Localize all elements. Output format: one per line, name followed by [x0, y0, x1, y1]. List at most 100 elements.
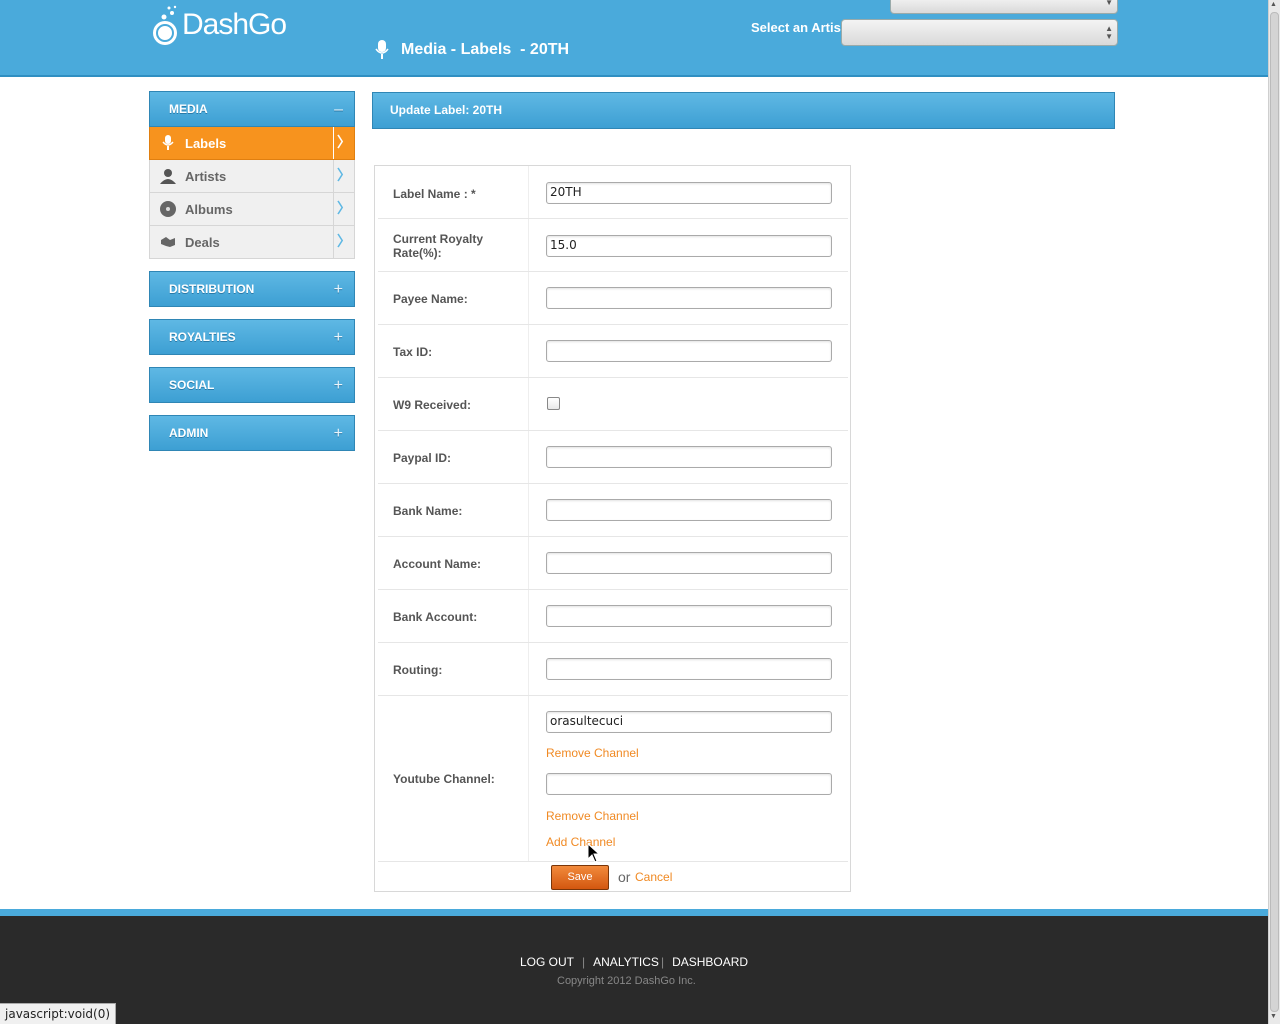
form-row-bank-account: Bank Account: — [378, 590, 848, 643]
form-row-payee: Payee Name: — [378, 272, 848, 325]
expand-icon[interactable]: + — [334, 425, 343, 443]
account-name-label: Account Name: — [393, 557, 482, 571]
routing-input[interactable] — [546, 658, 832, 680]
bank-name-label: Bank Name: — [393, 504, 463, 518]
dashgo-logo[interactable]: DashGo — [150, 2, 287, 48]
footer-separator: | — [660, 955, 665, 969]
youtube-channel-label: Youtube Channel: — [393, 772, 495, 786]
youtube-channel-input[interactable] — [546, 773, 832, 795]
sidebar-section-social[interactable]: SOCIAL + — [149, 367, 355, 403]
sidebar-item-labels[interactable]: Labels 〉 — [149, 127, 355, 160]
copyright-text: Copyright 2012 DashGo Inc. — [557, 975, 696, 987]
youtube-channel-input[interactable]: orasultecuci — [546, 711, 832, 733]
w9-received-label: W9 Received: — [393, 398, 472, 412]
chevron-right-icon: 〉 — [333, 226, 354, 258]
sidebar: MEDIA – Labels 〉 Artists 〉 Albums 〉 Deal… — [149, 91, 355, 451]
label-name-input[interactable]: 20TH — [546, 182, 832, 204]
sidebar-item-label: Labels — [185, 136, 227, 151]
tax-id-input[interactable] — [546, 340, 832, 362]
artist-select[interactable]: ▲ ▼ — [841, 19, 1118, 46]
section-label: ADMIN — [169, 426, 209, 440]
sidebar-item-label: Albums — [185, 202, 233, 217]
artist-select-label: Select an Artist — [751, 20, 846, 35]
microphone-icon — [375, 40, 389, 59]
dashboard-link[interactable]: DASHBOARD — [672, 955, 748, 969]
sidebar-item-albums[interactable]: Albums 〉 — [149, 193, 355, 226]
chevron-right-icon: 〉 — [333, 193, 354, 225]
paypal-id-input[interactable] — [546, 446, 832, 468]
page-scrollbar[interactable]: ▲ ▼ — [1268, 0, 1280, 1024]
mouse-pointer-icon — [587, 843, 601, 863]
w9-received-checkbox[interactable] — [547, 397, 560, 410]
payee-name-label: Payee Name: — [393, 292, 468, 306]
form-row-youtube: Youtube Channel: orasultecuci Remove Cha… — [378, 696, 848, 862]
logout-link[interactable]: LOG OUT — [520, 955, 574, 969]
section-label: SOCIAL — [169, 378, 215, 392]
chevron-right-icon: 〉 — [333, 160, 354, 192]
scrollbar-thumb[interactable] — [1270, 12, 1279, 1012]
footer: LOG OUT | ANALYTICS | DASHBOARD Copyright 20… — [0, 916, 1268, 1024]
content-title: Update Label: 20TH — [390, 103, 503, 117]
top-header: DashGo Media - Labels - 20TH ▼ Select an… — [0, 0, 1268, 77]
sidebar-item-deals[interactable]: Deals 〉 — [149, 226, 355, 259]
person-icon — [160, 169, 176, 184]
sidebar-section-distribution[interactable]: DISTRIBUTION + — [149, 271, 355, 307]
form-row-bank-name: Bank Name: — [378, 484, 848, 537]
analytics-link[interactable]: ANALYTICS — [593, 955, 659, 969]
section-label: MEDIA — [169, 102, 208, 116]
section-label: ROYALTIES — [169, 330, 236, 344]
sidebar-section-media[interactable]: MEDIA – — [149, 91, 355, 127]
form-row-label-name: Label Name : * 20TH — [378, 166, 848, 219]
collapse-icon[interactable]: – — [334, 101, 343, 119]
sidebar-section-royalties[interactable]: ROYALTIES + — [149, 319, 355, 355]
select-arrows-icon: ▲ ▼ — [1105, 24, 1113, 41]
logo-mark-icon — [153, 5, 177, 45]
paypal-id-label: Paypal ID: — [393, 451, 452, 465]
page-title-text: Media - Labels - 20TH — [401, 41, 570, 58]
sidebar-item-label: Artists — [185, 169, 227, 184]
tax-id-label: Tax ID: — [393, 345, 433, 359]
footer-separator: | — [582, 955, 586, 969]
sidebar-section-admin[interactable]: ADMIN + — [149, 415, 355, 451]
top-select[interactable]: ▼ — [890, 0, 1118, 14]
add-channel-link[interactable]: Add Channel — [546, 835, 615, 849]
routing-label: Routing: — [393, 663, 443, 677]
expand-icon[interactable]: + — [334, 377, 343, 395]
royalty-rate-label: Current Royalty Rate(%): — [393, 232, 484, 260]
cancel-link[interactable]: Cancel — [635, 870, 672, 884]
form-row-royalty: Current Royalty Rate(%): 15.0 — [378, 219, 848, 272]
form-row-tax: Tax ID: — [378, 325, 848, 378]
section-label: DISTRIBUTION — [169, 282, 255, 296]
disc-icon — [160, 201, 176, 217]
form-row-account-name: Account Name: — [378, 537, 848, 590]
expand-icon[interactable]: + — [334, 281, 343, 299]
select-arrows-icon: ▼ — [1105, 0, 1113, 7]
update-label-form: Label Name : * 20TH Current Royalty Rate… — [374, 165, 851, 892]
royalty-rate-input[interactable]: 15.0 — [546, 235, 832, 257]
browser-status-bar: javascript:void(0) — [0, 1003, 117, 1024]
bank-account-label: Bank Account: — [393, 610, 478, 624]
sidebar-item-label: Deals — [185, 235, 220, 250]
logo-text: DashGo — [182, 8, 287, 41]
scroll-down-icon[interactable]: ▼ — [1270, 1013, 1277, 1020]
form-row-w9: W9 Received: — [378, 378, 848, 431]
save-button[interactable]: Save — [551, 865, 609, 890]
account-name-input[interactable] — [546, 552, 832, 574]
content-header-bar: Update Label: 20TH — [372, 92, 1115, 129]
chevron-right-icon: 〉 — [333, 127, 354, 159]
or-text: or — [618, 869, 631, 885]
form-row-paypal: Paypal ID: — [378, 431, 848, 484]
bank-account-input[interactable] — [546, 605, 832, 627]
expand-icon[interactable]: + — [334, 329, 343, 347]
remove-channel-link[interactable]: Remove Channel — [546, 809, 639, 823]
remove-channel-link[interactable]: Remove Channel — [546, 746, 639, 760]
scroll-up-icon[interactable]: ▲ — [1270, 1, 1277, 8]
footer-links: LOG OUT | ANALYTICS | DASHBOARD — [520, 955, 748, 969]
handshake-icon — [161, 237, 175, 247]
bank-name-input[interactable] — [546, 499, 832, 521]
microphone-icon — [162, 135, 174, 150]
page-title: Media - Labels - 20TH — [375, 40, 569, 60]
payee-name-input[interactable] — [546, 287, 832, 309]
sidebar-item-artists[interactable]: Artists 〉 — [149, 160, 355, 193]
label-name-label: Label Name : * — [393, 187, 476, 201]
